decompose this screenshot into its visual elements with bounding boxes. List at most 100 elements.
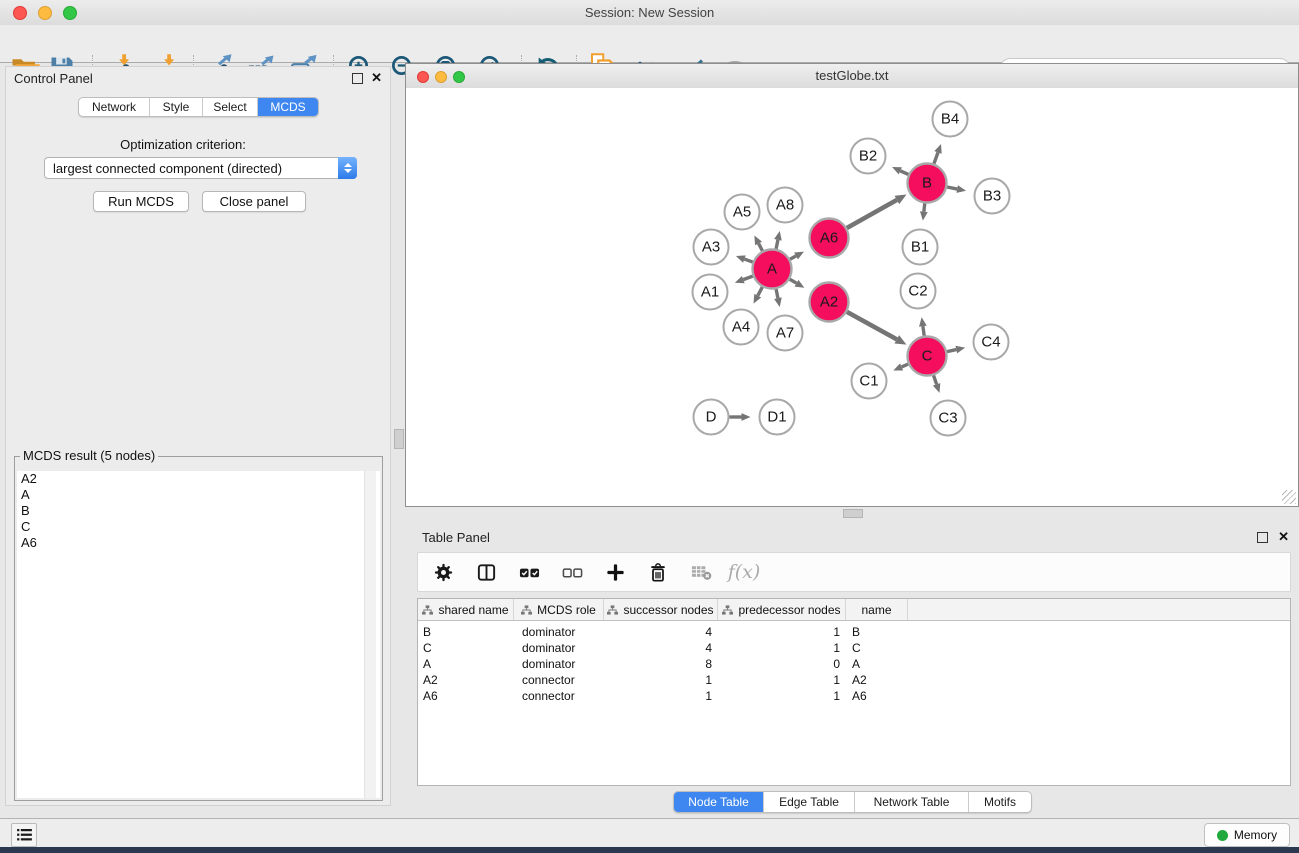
graph-node-A[interactable]: A	[753, 250, 792, 289]
table-cell: C	[418, 641, 514, 655]
horizontal-splitter-handle[interactable]	[843, 509, 863, 518]
float-panel-icon[interactable]	[352, 73, 363, 84]
column-header-successor-nodes[interactable]: successor nodes	[604, 599, 718, 620]
table-row[interactable]: Adominator80A	[418, 656, 1290, 672]
graph-edge-A6-B[interactable]	[847, 200, 897, 228]
table-cell: 8	[604, 657, 718, 671]
mcds-result-item[interactable]: A2	[17, 471, 380, 487]
mcds-result-item[interactable]: A	[17, 487, 380, 503]
graph-node-B[interactable]: B	[908, 164, 947, 203]
graph-node-A6[interactable]: A6	[810, 219, 849, 258]
memory-status-icon	[1217, 830, 1228, 841]
graph-node-B3[interactable]: B3	[975, 179, 1010, 214]
graph-edge-A-A7[interactable]	[776, 289, 778, 298]
tab-select[interactable]: Select	[203, 98, 258, 116]
show-columns-button[interactable]	[473, 559, 499, 585]
network-canvas[interactable]: B4 B2 B B3 A8A5 A6 A3 B1 A A1 C2 A2 A4 A7 C4 C C1 D D1 C3	[406, 88, 1298, 506]
gear-icon	[433, 562, 454, 583]
resize-grip-icon[interactable]	[1282, 490, 1296, 504]
optimization-criterion-label: Optimization criterion:	[6, 137, 360, 152]
mcds-result-list[interactable]: A2ABCA6	[17, 471, 380, 798]
tab-motifs[interactable]: Motifs	[969, 792, 1031, 812]
table-panel: Table Panel ✕	[405, 518, 1299, 818]
graph-node-D[interactable]: D	[694, 400, 729, 435]
graph-edge-C-C3[interactable]	[934, 375, 937, 384]
graph-edge-B-B1[interactable]	[924, 203, 925, 211]
tab-mcds[interactable]: MCDS	[258, 98, 318, 116]
control-panel: Control Panel ✕ Network Style Select MCD…	[5, 66, 391, 806]
tab-style[interactable]: Style	[150, 98, 203, 116]
graph-edge-A-A2[interactable]	[790, 279, 797, 283]
graph-edge-C-C1[interactable]	[902, 364, 909, 367]
column-header-predecessor-nodes[interactable]: predecessor nodes	[718, 599, 846, 620]
graph-node-A1[interactable]: A1	[693, 275, 728, 310]
create-column-button[interactable]	[602, 559, 628, 585]
graph-edge-C-C4[interactable]	[947, 350, 956, 352]
graph-node-D1[interactable]: D1	[760, 400, 795, 435]
table-header-row: shared name MCDS role successor nodes pr…	[418, 599, 1290, 621]
deselect-all-button[interactable]	[559, 559, 585, 585]
close-panel-icon[interactable]: ✕	[371, 70, 382, 86]
graph-node-A8[interactable]: A8	[768, 188, 803, 223]
network-graph[interactable]: B4 B2 B B3 A8A5 A6 A3 B1 A A1 C2 A2 A4 A7 C4 C C1 D D1 C3	[406, 88, 1297, 506]
column-header-shared-name[interactable]: shared name	[418, 599, 514, 620]
scrollbar-track[interactable]	[364, 471, 376, 798]
memory-button[interactable]: Memory	[1204, 823, 1290, 847]
graph-edge-A-A4[interactable]	[758, 287, 763, 296]
svg-text:C: C	[922, 348, 933, 365]
tab-node-table[interactable]: Node Table	[674, 792, 764, 812]
mcds-result-item[interactable]: A6	[17, 535, 380, 551]
graph-node-A4[interactable]: A4	[724, 310, 759, 345]
mcds-result-title: MCDS result (5 nodes)	[20, 448, 158, 463]
table-tabs: Node Table Edge Table Network Table Moti…	[673, 791, 1032, 813]
select-all-button[interactable]	[516, 559, 542, 585]
graph-node-A7[interactable]: A7	[768, 316, 803, 351]
table-row[interactable]: A6connector11A6	[418, 688, 1290, 704]
delete-column-button[interactable]	[645, 559, 671, 585]
graph-node-C1[interactable]: C1	[852, 364, 887, 399]
attribute-icon	[607, 605, 618, 615]
graph-node-C2[interactable]: C2	[901, 274, 936, 309]
table-panel-header: Table Panel ✕	[405, 526, 1299, 548]
tab-network[interactable]: Network	[79, 98, 150, 116]
mcds-result-item[interactable]: C	[17, 519, 380, 535]
graph-node-B2[interactable]: B2	[851, 139, 886, 174]
close-panel-button[interactable]: Close panel	[202, 191, 306, 212]
graph-edge-A2-C[interactable]	[847, 312, 897, 339]
graph-edge-A-A3[interactable]	[744, 259, 752, 262]
graph-node-A5[interactable]: A5	[725, 195, 760, 230]
graph-edge-B-B3[interactable]	[947, 187, 957, 189]
run-mcds-button[interactable]: Run MCDS	[93, 191, 189, 212]
graph-edge-A-A6[interactable]	[790, 256, 796, 259]
graph-node-C3[interactable]: C3	[931, 401, 966, 436]
graph-edge-B-B4[interactable]	[934, 152, 938, 163]
mcds-result-item[interactable]: B	[17, 503, 380, 519]
table-row[interactable]: Bdominator41B	[418, 624, 1290, 640]
graph-node-C[interactable]: C	[908, 337, 947, 376]
vertical-splitter-handle[interactable]	[394, 429, 404, 449]
column-header-name[interactable]: name	[846, 599, 908, 620]
table-settings-button[interactable]	[430, 559, 456, 585]
table-cell: 1	[718, 673, 846, 687]
svg-text:A6: A6	[820, 230, 838, 247]
table-row[interactable]: A2connector11A2	[418, 672, 1290, 688]
graph-edge-C-C2[interactable]	[923, 326, 924, 336]
table-row[interactable]: Cdominator41C	[418, 640, 1290, 656]
graph-node-A2[interactable]: A2	[810, 283, 849, 322]
criterion-dropdown[interactable]: largest connected component (directed)	[44, 157, 357, 179]
task-history-button[interactable]	[11, 823, 37, 847]
graph-edge-B-B2[interactable]	[900, 171, 908, 175]
tab-network-table[interactable]: Network Table	[855, 792, 969, 812]
desktop-background	[0, 847, 1299, 853]
graph-edge-A-A8[interactable]	[776, 240, 778, 249]
graph-node-A3[interactable]: A3	[694, 230, 729, 265]
graph-edge-A-A1[interactable]	[743, 276, 752, 280]
graph-node-C4[interactable]: C4	[974, 325, 1009, 360]
graph-node-B4[interactable]: B4	[933, 102, 968, 137]
float-table-panel-icon[interactable]	[1257, 532, 1268, 543]
graph-node-B1[interactable]: B1	[903, 230, 938, 265]
graph-edge-A-A5[interactable]	[759, 243, 763, 250]
close-table-panel-icon[interactable]: ✕	[1278, 529, 1289, 545]
column-header-mcds-role[interactable]: MCDS role	[514, 599, 604, 620]
tab-edge-table[interactable]: Edge Table	[764, 792, 855, 812]
